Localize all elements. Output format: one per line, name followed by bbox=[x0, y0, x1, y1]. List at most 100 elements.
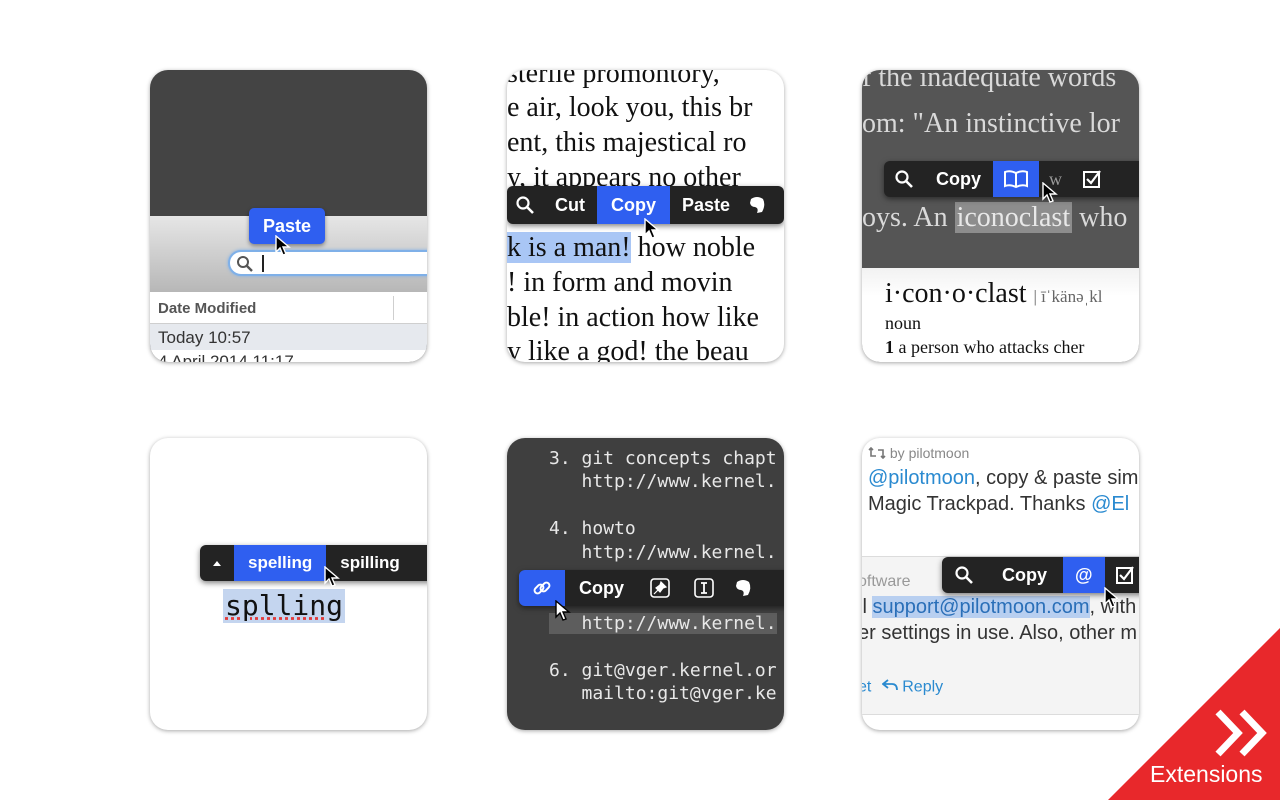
search-field[interactable] bbox=[228, 250, 427, 276]
reply-icon bbox=[881, 678, 898, 697]
copy-button[interactable]: Copy bbox=[986, 557, 1063, 593]
popclip-bar: Copy w bbox=[884, 161, 1139, 197]
code-line: 3. git concepts chapt bbox=[549, 448, 777, 469]
search-button[interactable] bbox=[942, 557, 986, 593]
text-line-selection: oys. An iconoclast who bbox=[862, 202, 1127, 234]
text-line: om: "An instinctive lor bbox=[862, 108, 1120, 139]
mouse-cursor-icon bbox=[1042, 182, 1058, 204]
code-line: http://www.kernel. bbox=[549, 542, 777, 563]
mail-line: il support@pilotmoon.com, with bbox=[862, 596, 1136, 619]
copy-button[interactable]: Copy bbox=[924, 161, 993, 197]
mouse-cursor-icon bbox=[275, 235, 291, 257]
cut-button[interactable]: Cut bbox=[543, 186, 597, 224]
retweet-attribution: by pilotmoon bbox=[868, 445, 969, 462]
book-icon bbox=[1003, 169, 1029, 189]
tweet-text: Magic Trackpad. Thanks bbox=[868, 493, 1092, 515]
mail-text: il bbox=[862, 596, 867, 618]
search-button[interactable] bbox=[507, 186, 543, 224]
triangle-up-icon bbox=[212, 559, 222, 567]
copy-button[interactable]: Copy bbox=[565, 570, 638, 606]
search-button[interactable] bbox=[884, 161, 924, 197]
evernote-button[interactable] bbox=[726, 570, 760, 606]
checkbox-icon bbox=[1082, 169, 1102, 189]
mouse-cursor-icon bbox=[555, 600, 571, 622]
pinboard-button[interactable] bbox=[638, 570, 682, 606]
elephant-icon bbox=[734, 578, 752, 598]
definition-number: 1 bbox=[885, 337, 894, 357]
text-before-selection: oys. An bbox=[862, 202, 955, 233]
mouse-cursor-icon bbox=[644, 218, 660, 240]
text-line: ent, this majestical ro bbox=[507, 127, 747, 158]
spelling-suggestion-button[interactable]: spelling bbox=[234, 545, 327, 581]
instapaper-icon bbox=[694, 578, 714, 598]
search-icon bbox=[894, 169, 914, 189]
software-label: oftware bbox=[862, 573, 911, 590]
text-line-selection: k is a man! how noble bbox=[507, 232, 755, 264]
compose-email-button[interactable]: @ bbox=[1063, 557, 1105, 593]
column-divider bbox=[393, 296, 394, 320]
spelling-extension-tile: spelling spilling splling bbox=[150, 438, 427, 730]
selected-word[interactable]: iconoclast bbox=[954, 202, 1073, 233]
code-line: http://www.kernel. bbox=[549, 471, 777, 492]
text-line: f the inadequate words bbox=[862, 70, 1117, 93]
instapaper-button[interactable] bbox=[682, 570, 726, 606]
retweet-by-text: by pilotmoon bbox=[889, 445, 970, 461]
popclip-bar: spelling spilling bbox=[200, 545, 427, 581]
reply-link[interactable]: Reply bbox=[902, 679, 943, 696]
pronunciation: | īˈkänəˌkl bbox=[1033, 287, 1103, 306]
search-icon bbox=[236, 255, 254, 278]
evernote-button[interactable] bbox=[742, 186, 772, 224]
search-icon bbox=[515, 195, 535, 215]
list-item[interactable]: 4 April 2014 11:17 bbox=[150, 350, 427, 362]
misspelled-word[interactable]: splling bbox=[223, 589, 346, 623]
text-line: y like a god! the beau bbox=[507, 336, 749, 362]
list-item[interactable]: Today 10:57 bbox=[150, 324, 427, 350]
email-extension-tile: by pilotmoon @pilotmoon, copy & paste si… bbox=[862, 438, 1139, 730]
text-line: sterile promontory, bbox=[507, 70, 720, 89]
paste-extension-tile: Paste Date Modified Today 10:57 4 April … bbox=[150, 70, 427, 362]
column-header[interactable]: Date Modified bbox=[150, 292, 427, 324]
extensions-badge[interactable]: Extensions bbox=[1108, 628, 1280, 800]
part-of-speech: noun bbox=[885, 313, 921, 333]
code-line: mailto:git@vger.ke bbox=[549, 683, 777, 704]
mail-line: er settings in use. Also, other m bbox=[862, 622, 1138, 644]
tweet-line: Magic Trackpad. Thanks @El bbox=[868, 493, 1129, 516]
dictionary-headword: i·con·o·clast | īˈkänəˌkl bbox=[885, 278, 1103, 310]
divider bbox=[862, 714, 1139, 715]
mouse-cursor-icon bbox=[324, 566, 340, 588]
tweet-line: @pilotmoon, copy & paste sim bbox=[868, 467, 1138, 490]
code-line-selection: http://www.kernel. bbox=[549, 613, 777, 634]
mention-link[interactable]: @pilotmoon bbox=[868, 467, 975, 489]
code-line: 4. howto bbox=[549, 518, 636, 539]
scroll-left-button[interactable] bbox=[200, 545, 234, 581]
text-caret bbox=[262, 255, 264, 272]
paste-button[interactable]: Paste bbox=[670, 186, 742, 224]
selected-url[interactable]: http://www.kernel. bbox=[549, 613, 777, 634]
search-icon bbox=[954, 565, 974, 585]
link-icon bbox=[531, 577, 553, 599]
checkbox-icon bbox=[1115, 565, 1135, 585]
elephant-icon bbox=[748, 195, 766, 215]
dictionary-extension-tile: f the inadequate words om: "An instincti… bbox=[862, 70, 1139, 362]
mention-link[interactable]: @El bbox=[1091, 493, 1129, 515]
text-after-selection: who bbox=[1072, 202, 1128, 233]
tweet-actions: et Reply bbox=[862, 678, 943, 697]
text-line: ble! in action how like bbox=[507, 302, 759, 333]
extensions-label: Extensions bbox=[1150, 761, 1263, 787]
pushpin-icon bbox=[650, 578, 670, 598]
text-line: ! in form and movin bbox=[507, 267, 733, 298]
reminders-button[interactable] bbox=[1072, 161, 1112, 197]
retweet-icon bbox=[868, 446, 886, 462]
copy-extension-tile: sterile promontory, e air, look you, thi… bbox=[507, 70, 784, 362]
selected-text[interactable]: k is a man! bbox=[507, 232, 631, 263]
tweet-text: , copy & paste sim bbox=[975, 467, 1139, 489]
links-extension-tile: 3. git concepts chapt http://www.kernel.… bbox=[507, 438, 784, 730]
code-line: 6. git@vger.kernel.or bbox=[549, 660, 777, 681]
text-line: e air, look you, this br bbox=[507, 92, 753, 123]
definition-text: a person who attacks cher bbox=[894, 337, 1085, 357]
column-header-label: Date Modified bbox=[158, 300, 257, 317]
dictionary-button[interactable] bbox=[993, 161, 1039, 197]
retweet-action-link[interactable]: et bbox=[862, 679, 871, 696]
mouse-cursor-icon bbox=[1104, 587, 1120, 609]
selected-email[interactable]: support@pilotmoon.com bbox=[872, 596, 1090, 618]
